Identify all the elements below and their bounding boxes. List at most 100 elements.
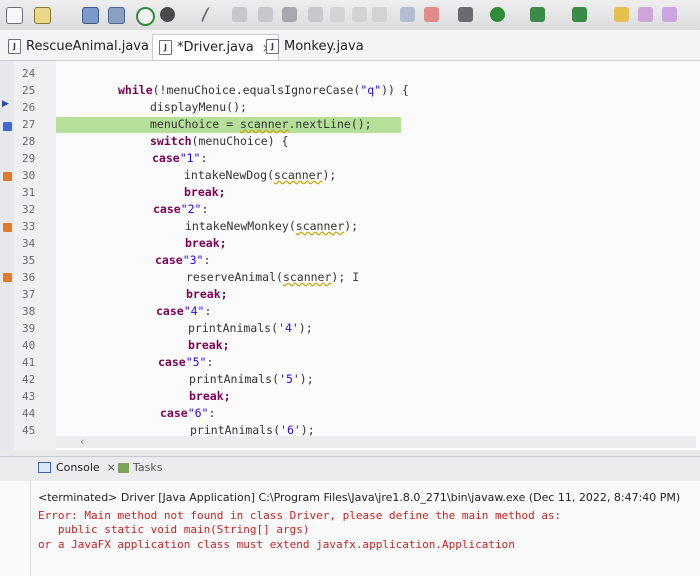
- code-line: case"3":: [155, 253, 211, 267]
- close-tab-icon[interactable]: ⨯: [107, 461, 116, 474]
- warning-marker: [3, 172, 12, 181]
- line-number: 37: [22, 288, 36, 301]
- terminate-icon[interactable]: [282, 7, 297, 22]
- run-icon[interactable]: [490, 7, 505, 22]
- new-java-package-icon[interactable]: [638, 7, 653, 22]
- code-line: break;: [188, 338, 230, 352]
- error-message-line: public static void main(String[] args): [38, 523, 310, 536]
- new-java-class-icon[interactable]: [662, 7, 677, 22]
- coverage-icon[interactable]: [530, 7, 545, 22]
- breakpoint-marker[interactable]: [3, 122, 12, 131]
- horizontal-scrollbar[interactable]: ‹: [56, 435, 696, 448]
- drop-to-frame-icon[interactable]: [400, 7, 415, 22]
- code-line: case"1":: [152, 151, 208, 165]
- skip-breakpoints-icon[interactable]: [200, 7, 218, 22]
- tab-console[interactable]: Console ⨯: [38, 461, 116, 474]
- new-java-project-icon[interactable]: [614, 7, 629, 22]
- line-number: 39: [22, 322, 36, 335]
- external-tools-icon[interactable]: [458, 7, 473, 22]
- console-icon: [38, 462, 51, 473]
- line-number: 38: [22, 305, 36, 318]
- new-file-icon[interactable]: [6, 7, 23, 24]
- console-divider: [30, 481, 31, 576]
- line-number: 25: [22, 84, 36, 97]
- code-line: intakeNewMonkey(scanner);: [185, 219, 359, 233]
- suspend-icon[interactable]: [258, 7, 273, 22]
- line-number: 43: [22, 390, 36, 403]
- line-number: 40: [22, 339, 36, 352]
- tab-driver-java[interactable]: J *Driver.java ⨯: [152, 34, 279, 60]
- console-tab-bar: Console ⨯ Tasks: [0, 456, 700, 482]
- tab-label: Console: [56, 461, 100, 474]
- line-number: 27: [22, 118, 36, 131]
- line-number: 31: [22, 186, 36, 199]
- tasks-icon: [118, 462, 129, 473]
- line-number: 35: [22, 254, 36, 267]
- use-step-filters-icon[interactable]: [424, 7, 439, 22]
- code-line: break;: [186, 287, 228, 301]
- code-line: printAnimals('5');: [189, 372, 314, 386]
- code-line: while(!menuChoice.equalsIgnoreCase("q"))…: [118, 83, 409, 97]
- line-number: 42: [22, 373, 36, 386]
- code-line: break;: [189, 389, 231, 403]
- code-editor[interactable]: ▶ 24 25 26 27 28 29 30 31 32 33 34 35 36…: [0, 61, 700, 450]
- save-icon[interactable]: [82, 7, 99, 24]
- line-number: 28: [22, 135, 36, 148]
- code-line: menuChoice = scanner.nextLine();: [150, 117, 372, 131]
- code-line: break;: [184, 185, 226, 199]
- line-number: 24: [22, 67, 36, 80]
- code-line: switch(menuChoice) {: [150, 134, 289, 148]
- java-file-icon: J: [8, 38, 21, 54]
- tab-tasks[interactable]: Tasks: [118, 461, 162, 474]
- code-line: printAnimals('4');: [188, 321, 313, 335]
- step-return-icon[interactable]: [372, 7, 387, 22]
- line-number: 30: [22, 169, 36, 182]
- tab-label: Tasks: [133, 461, 163, 474]
- line-number: 32: [22, 203, 36, 216]
- code-line: break;: [185, 236, 227, 250]
- code-line: printAnimals('6');: [190, 423, 315, 437]
- tab-label: *Driver.java: [177, 40, 254, 55]
- error-message-line: Error: Main method not found in class Dr…: [38, 509, 562, 522]
- line-number: 34: [22, 237, 36, 250]
- warning-marker: [3, 273, 12, 282]
- save-all-icon[interactable]: [108, 7, 125, 24]
- code-line: case"5":: [158, 355, 214, 369]
- tab-label: Monkey.java: [284, 38, 364, 54]
- code-line: case"4":: [156, 304, 212, 318]
- main-toolbar: [0, 0, 700, 31]
- code-line: intakeNewDog(scanner);: [184, 168, 337, 182]
- tab-rescueanimal-java[interactable]: J RescueAnimal.java: [8, 35, 149, 57]
- tab-label: RescueAnimal.java: [26, 38, 149, 54]
- line-number: 26: [22, 101, 36, 114]
- console-output[interactable]: <terminated> Driver [Java Application] C…: [0, 481, 700, 576]
- tab-monkey-java[interactable]: J Monkey.java: [266, 35, 364, 57]
- code-line: reserveAnimal(scanner); I: [186, 270, 360, 284]
- code-line: case"2":: [153, 202, 209, 216]
- resume-icon[interactable]: [232, 7, 247, 22]
- java-file-icon: J: [266, 38, 279, 54]
- scroll-left-icon[interactable]: ‹: [80, 435, 84, 448]
- line-number: 41: [22, 356, 36, 369]
- check-icon[interactable]: [136, 7, 155, 26]
- new-package-icon[interactable]: [34, 7, 51, 24]
- warning-marker: [3, 223, 12, 232]
- step-over-icon[interactable]: [352, 7, 367, 22]
- line-number: 45: [22, 424, 36, 437]
- annotation-ruler: [0, 61, 14, 450]
- error-message-line: or a JavaFX application class must exten…: [38, 538, 515, 551]
- line-number: 36: [22, 271, 36, 284]
- java-file-icon: J: [159, 40, 172, 55]
- text-cursor-icon: I: [345, 270, 360, 284]
- editor-tab-bar: J RescueAnimal.java J *Driver.java ⨯ J M…: [0, 30, 700, 61]
- code-line: displayMenu();: [150, 100, 247, 114]
- step-into-icon[interactable]: [330, 7, 345, 22]
- override-indicator-icon: ▶: [2, 99, 9, 109]
- debug-icon[interactable]: [160, 7, 175, 22]
- external-run-icon[interactable]: [572, 7, 587, 22]
- disconnect-icon[interactable]: [308, 7, 323, 22]
- line-number: 44: [22, 407, 36, 420]
- line-number: 33: [22, 220, 36, 233]
- line-number: 29: [22, 152, 36, 165]
- code-line: case"6":: [160, 406, 216, 420]
